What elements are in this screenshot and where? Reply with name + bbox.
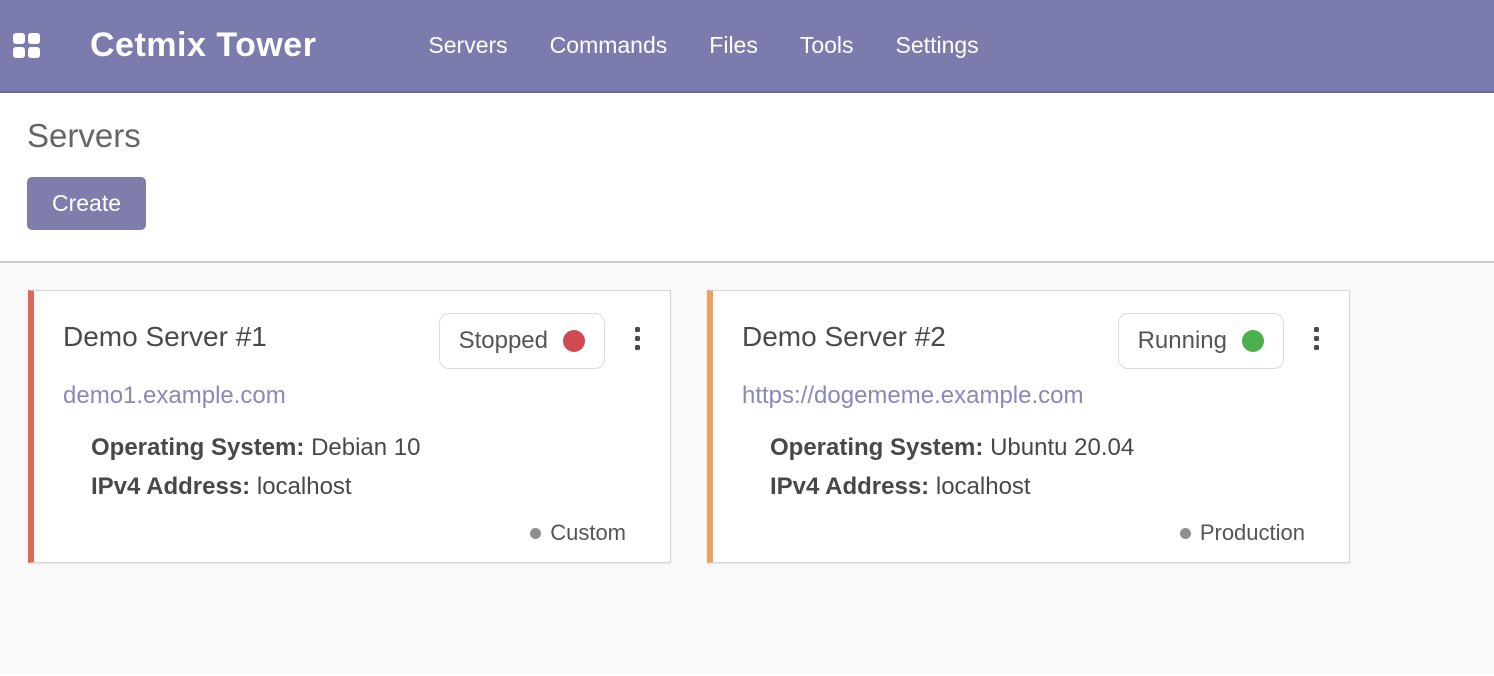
tag-dot-icon xyxy=(1180,528,1191,539)
nav-item-commands[interactable]: Commands xyxy=(550,32,668,59)
create-button[interactable]: Create xyxy=(27,177,146,230)
nav-item-servers[interactable]: Servers xyxy=(428,32,507,59)
kebab-dot xyxy=(635,336,640,341)
apps-grid-square xyxy=(28,33,40,44)
top-navbar: Cetmix Tower Servers Commands Files Tool… xyxy=(0,0,1494,93)
control-panel: Servers Create xyxy=(0,93,1494,261)
field-ipv4-address: IPv4 Address: localhost xyxy=(91,467,644,506)
field-value: localhost xyxy=(936,473,1031,500)
field-value: localhost xyxy=(257,473,352,500)
nav-item-settings[interactable]: Settings xyxy=(896,32,979,59)
kebab-dot xyxy=(635,327,640,332)
field-value: Debian 10 xyxy=(311,434,420,461)
field-label: IPv4 Address: xyxy=(770,473,929,500)
kebab-menu-icon[interactable] xyxy=(1310,323,1323,354)
server-url-link[interactable]: https://dogememe.example.com xyxy=(742,382,1084,410)
nav-item-files[interactable]: Files xyxy=(709,32,758,59)
status-label: Running xyxy=(1138,327,1227,355)
kebab-dot xyxy=(1314,345,1319,350)
field-label: Operating System: xyxy=(770,434,983,461)
nav-item-tools[interactable]: Tools xyxy=(800,32,854,59)
server-details: Operating System: Ubuntu 20.04 IPv4 Addr… xyxy=(770,428,1323,506)
server-details: Operating System: Debian 10 IPv4 Address… xyxy=(91,428,644,506)
tag-dot-icon xyxy=(530,528,541,539)
server-card-demo-server-1[interactable]: Demo Server #1 Stopped demo1.example.com… xyxy=(28,290,671,563)
field-ipv4-address: IPv4 Address: localhost xyxy=(770,467,1323,506)
field-operating-system: Operating System: Ubuntu 20.04 xyxy=(770,428,1323,467)
apps-grid-square xyxy=(13,47,25,58)
field-operating-system: Operating System: Debian 10 xyxy=(91,428,644,467)
status-dot-icon xyxy=(563,330,585,352)
tag-row: Production xyxy=(742,520,1323,546)
kebab-dot xyxy=(1314,336,1319,341)
kebab-dot xyxy=(1314,327,1319,332)
main-menu: Servers Commands Files Tools Settings xyxy=(428,32,978,59)
server-url-link[interactable]: demo1.example.com xyxy=(63,382,286,410)
status-dot-icon xyxy=(1242,330,1264,352)
tag-row: Custom xyxy=(63,520,644,546)
status-badge[interactable]: Running xyxy=(1118,313,1284,369)
kebab-menu-icon[interactable] xyxy=(631,323,644,354)
apps-grid-square xyxy=(28,47,40,58)
server-tag: Production xyxy=(1180,520,1305,546)
card-header: Demo Server #1 Stopped xyxy=(63,313,644,369)
app-title: Cetmix Tower xyxy=(90,26,316,65)
kanban-view: Demo Server #1 Stopped demo1.example.com… xyxy=(0,261,1494,674)
page-title: Servers xyxy=(27,117,1494,155)
field-value: Ubuntu 20.04 xyxy=(990,434,1134,461)
card-header: Demo Server #2 Running xyxy=(742,313,1323,369)
server-tag: Custom xyxy=(530,520,626,546)
kebab-dot xyxy=(635,345,640,350)
status-badge[interactable]: Stopped xyxy=(439,313,605,369)
field-label: IPv4 Address: xyxy=(91,473,250,500)
apps-grid-square xyxy=(13,33,25,44)
server-name: Demo Server #2 xyxy=(742,321,946,353)
tag-label: Production xyxy=(1200,520,1305,546)
server-name: Demo Server #1 xyxy=(63,321,267,353)
field-label: Operating System: xyxy=(91,434,304,461)
status-label: Stopped xyxy=(459,327,548,355)
server-card-demo-server-2[interactable]: Demo Server #2 Running https://dogememe.… xyxy=(707,290,1350,563)
apps-grid-icon[interactable] xyxy=(13,33,40,58)
tag-label: Custom xyxy=(550,520,626,546)
